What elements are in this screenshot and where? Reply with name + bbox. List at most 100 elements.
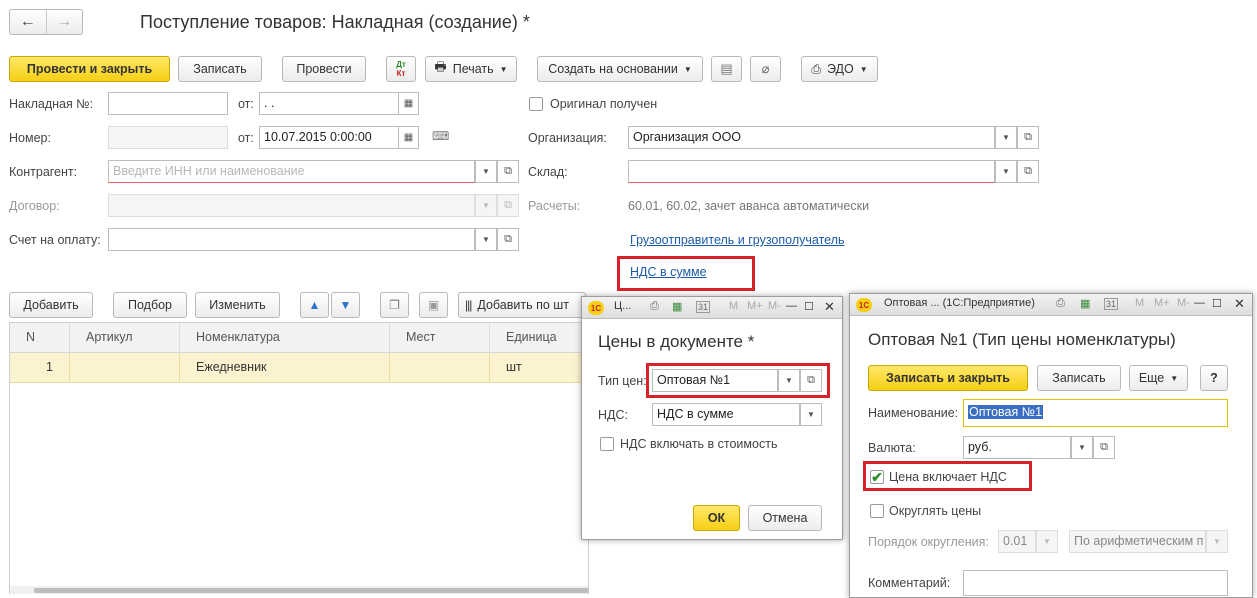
print-icon[interactable]: ⎙	[1056, 297, 1065, 310]
cell-nomenclature: Ежедневник	[180, 353, 390, 383]
prices-dialog: 1С Ц... ⎙ ▦ 31 M M+ M- — ☐ ✕ Цены в доку…	[581, 296, 843, 540]
invoice-date-input[interactable]: . .	[259, 92, 399, 115]
post-button[interactable]: Провести	[282, 56, 366, 82]
move-up-button[interactable]: ▲	[300, 292, 329, 318]
counterparty-input[interactable]: Введите ИНН или наименование	[108, 160, 475, 183]
warehouse-input[interactable]	[628, 160, 995, 183]
close-icon[interactable]: ✕	[824, 299, 835, 315]
round-prices-checkbox[interactable]	[870, 504, 884, 518]
selection-button[interactable]: Подбор	[113, 292, 187, 318]
rounding-order-label: Порядок округления:	[868, 535, 989, 549]
payment-invoice-open-button[interactable]: ⧉	[497, 228, 519, 251]
print-button[interactable]: 🖶 Печать ▼	[425, 56, 517, 82]
open-icon: ⧉	[1024, 131, 1032, 143]
calendar-icon[interactable]: 31	[696, 301, 711, 313]
post-and-close-button[interactable]: Провести и закрыть	[9, 56, 170, 82]
maximize-icon[interactable]: ☐	[804, 300, 814, 313]
print-icon[interactable]: ⎙	[650, 300, 659, 313]
counterparty-open-button[interactable]: ⧉	[497, 160, 519, 183]
price-includes-vat-highlight	[863, 461, 1032, 491]
change-button[interactable]: Изменить	[195, 292, 280, 318]
shipper-consignee-link[interactable]: Грузоотправитель и грузополучатель	[630, 233, 845, 247]
organization-open-button[interactable]: ⧉	[1017, 126, 1039, 149]
copy-button[interactable]: ❐	[380, 292, 409, 318]
table-icon[interactable]: ▦	[672, 300, 682, 313]
memory-plus-icon[interactable]: M+	[747, 300, 763, 312]
organization-label: Организация:	[528, 131, 607, 145]
prices-dialog-titlebar: 1С Ц... ⎙ ▦ 31 M M+ M- — ☐ ✕	[582, 297, 842, 319]
table-icon[interactable]: ▦	[1080, 297, 1090, 310]
minimize-icon[interactable]: —	[1194, 297, 1205, 309]
forward-button[interactable]: →	[47, 10, 83, 34]
maximize-icon[interactable]: ☐	[1212, 297, 1222, 310]
save-and-close-button[interactable]: Записать и закрыть	[868, 365, 1028, 391]
name-input[interactable]: Оптовая №1	[963, 399, 1228, 427]
memory-icon[interactable]: M	[729, 300, 738, 312]
invoice-no-input[interactable]	[108, 92, 228, 115]
minimize-icon[interactable]: —	[786, 300, 797, 312]
more-button[interactable]: Еще ▼	[1129, 365, 1188, 391]
contract-open-button: ⧉	[497, 194, 519, 217]
goods-table: N Артикул Номенклатура Мест Единица 1 Еж…	[9, 322, 589, 594]
chevron-down-icon: ▼	[683, 64, 692, 74]
number-date-input[interactable]: 10.07.2015 0:00:00	[259, 126, 399, 149]
col-article[interactable]: Артикул	[70, 323, 180, 353]
calendar-icon[interactable]: ▦	[399, 126, 419, 149]
col-n[interactable]: N	[10, 323, 70, 353]
warehouse-open-button[interactable]: ⧉	[1017, 160, 1039, 183]
ok-button[interactable]: ОК	[693, 505, 740, 531]
help-button[interactable]: ?	[1200, 365, 1228, 391]
back-button[interactable]: ←	[10, 10, 47, 34]
col-unit[interactable]: Единица	[490, 323, 588, 353]
payment-invoice-input[interactable]	[108, 228, 475, 251]
open-icon: ⧉	[1100, 441, 1108, 453]
number-input[interactable]	[108, 126, 228, 149]
1c-logo-icon: 1С	[588, 301, 604, 315]
price-type-window-titlebar: 1С Оптовая ... (1С:Предприятие) ⎙ ▦ 31 M…	[850, 294, 1252, 316]
cell-article	[70, 353, 180, 383]
edo-button[interactable]: ⎙ ЭДО ▼	[801, 56, 878, 82]
calendar-icon[interactable]: 31	[1104, 298, 1119, 310]
keyboard-icon[interactable]: ⌨	[432, 129, 449, 143]
memory-minus-icon[interactable]: M-	[768, 300, 781, 312]
organization-dropdown[interactable]: ▼	[995, 126, 1017, 149]
open-icon: ⧉	[504, 165, 512, 177]
memory-minus-icon[interactable]: M-	[1177, 297, 1190, 309]
attach-button[interactable]: ⌀	[750, 56, 781, 82]
memory-icon[interactable]: M	[1135, 297, 1144, 309]
currency-dropdown[interactable]: ▼	[1071, 436, 1093, 459]
document-button[interactable]: ▤	[711, 56, 742, 82]
save-button[interactable]: Записать	[178, 56, 262, 82]
comment-input[interactable]	[963, 570, 1228, 596]
currency-input[interactable]: руб.	[963, 436, 1071, 459]
name-value: Оптовая №1	[968, 405, 1044, 419]
payment-invoice-dropdown[interactable]: ▼	[475, 228, 497, 251]
original-received-checkbox[interactable]	[529, 97, 543, 111]
vat-dropdown[interactable]: ▼	[800, 403, 822, 426]
col-places[interactable]: Мест	[390, 323, 490, 353]
close-icon[interactable]: ✕	[1234, 296, 1245, 312]
add-by-barcode-button[interactable]: ||| Добавить по шт	[458, 292, 586, 318]
move-down-button[interactable]: ▼	[331, 292, 360, 318]
col-nomenclature[interactable]: Номенклатура	[180, 323, 390, 353]
vat-input[interactable]: НДС в сумме	[652, 403, 800, 426]
vat-include-checkbox[interactable]	[600, 437, 614, 451]
cell-places	[390, 353, 490, 383]
counterparty-dropdown[interactable]: ▼	[475, 160, 497, 183]
table-row[interactable]: 1 Ежедневник шт	[10, 353, 588, 383]
organization-input[interactable]: Организация ООО	[628, 126, 995, 149]
create-based-on-button[interactable]: Создать на основании ▼	[537, 56, 703, 82]
memory-plus-icon[interactable]: M+	[1154, 297, 1170, 309]
add-row-button[interactable]: Добавить	[9, 292, 93, 318]
save-button[interactable]: Записать	[1037, 365, 1121, 391]
cancel-button[interactable]: Отмена	[748, 505, 822, 531]
horizontal-scrollbar[interactable]	[10, 586, 588, 594]
currency-open-button[interactable]: ⧉	[1093, 436, 1115, 459]
calendar-icon[interactable]: ▦	[399, 92, 419, 115]
copy-icon: ❐	[389, 298, 400, 312]
warehouse-dropdown[interactable]: ▼	[995, 160, 1017, 183]
paste-button[interactable]: ▣	[419, 292, 448, 318]
counterparty-label: Контрагент:	[9, 165, 78, 179]
counterparty-placeholder: Введите ИНН или наименование	[113, 164, 305, 178]
dtkt-button[interactable]: Дт Кт	[386, 56, 416, 82]
